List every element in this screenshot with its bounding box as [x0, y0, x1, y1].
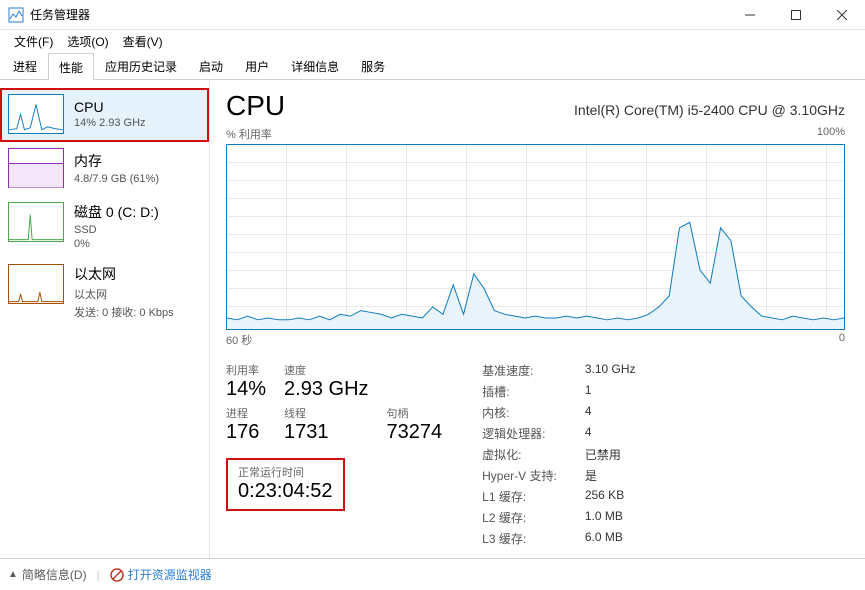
close-button[interactable] [819, 0, 865, 30]
menubar: 文件(F) 选项(O) 查看(V) [0, 30, 865, 52]
disk-info: 磁盘 0 (C: D:) SSD 0% [74, 202, 201, 250]
page-title: CPU [226, 90, 285, 122]
window-title: 任务管理器 [30, 6, 727, 23]
virt-label: 虚拟化: [482, 446, 557, 463]
speed-stat-label: 速度 [284, 362, 368, 378]
cpu-info: CPU 14% 2.93 GHz [74, 94, 201, 134]
base-val: 3.10 GHz [585, 362, 636, 379]
sidebar-cpu-title: CPU [74, 99, 201, 115]
tab-history[interactable]: 应用历史记录 [94, 52, 188, 79]
x-left: 60 秒 [226, 332, 252, 348]
brief-info-link[interactable]: ▲ 简略信息(D) [8, 566, 87, 583]
util-label: % 利用率 [226, 126, 272, 142]
stats-left-column: 利用率14% 速度2.93 GHz 进程176 线程1731 句柄73274 正… [226, 362, 442, 547]
sidebar-memory-title: 内存 [74, 151, 201, 171]
cpu-model: Intel(R) Core(TM) i5-2400 CPU @ 3.10GHz [574, 102, 845, 118]
tab-startup[interactable]: 启动 [188, 52, 234, 79]
content-area: CPU 14% 2.93 GHz 内存 4.8/7.9 GB (61%) 磁盘 … [0, 80, 865, 558]
socket-val: 1 [585, 383, 636, 400]
titlebar: 任务管理器 [0, 0, 865, 30]
core-label: 内核: [482, 404, 557, 421]
base-label: 基准速度: [482, 362, 557, 379]
sidebar-disk-sub1: SSD [74, 224, 201, 236]
proc-stat-val: 176 [226, 421, 266, 444]
tab-performance[interactable]: 性能 [48, 53, 94, 80]
lp-label: 逻辑处理器: [482, 425, 557, 442]
virt-val: 已禁用 [585, 446, 636, 463]
sidebar-item-cpu[interactable]: CPU 14% 2.93 GHz [0, 88, 209, 142]
resmon-label: 打开资源监视器 [128, 566, 212, 583]
memory-thumb [8, 148, 64, 188]
brief-info-label: 简略信息(D) [22, 566, 87, 583]
cpu-chart[interactable] [226, 144, 845, 330]
window-controls [727, 0, 865, 30]
l2-val: 1.0 MB [585, 509, 636, 526]
x-right: 0 [839, 332, 845, 348]
footer-separator: | [97, 568, 100, 582]
speed-stat-val: 2.93 GHz [284, 378, 368, 401]
maximize-button[interactable] [773, 0, 819, 30]
tabbar: 进程 性能 应用历史记录 启动 用户 详细信息 服务 [0, 52, 865, 80]
ethernet-info: 以太网 以太网 发送: 0 接收: 0 Kbps [74, 264, 201, 320]
disk-thumb [8, 202, 64, 242]
l1-label: L1 缓存: [482, 488, 557, 505]
core-val: 4 [585, 404, 636, 421]
menu-view[interactable]: 查看(V) [117, 31, 169, 52]
tab-services[interactable]: 服务 [350, 52, 396, 79]
memory-info: 内存 4.8/7.9 GB (61%) [74, 148, 201, 188]
l3-val: 6.0 MB [585, 530, 636, 547]
stats-right-column: 基准速度:3.10 GHz 插槽:1 内核:4 逻辑处理器:4 虚拟化:已禁用 … [482, 362, 635, 547]
lp-val: 4 [585, 425, 636, 442]
socket-label: 插槽: [482, 383, 557, 400]
uptime-val: 0:23:04:52 [238, 480, 333, 503]
tab-details[interactable]: 详细信息 [280, 52, 350, 79]
main-panel: CPU Intel(R) Core(TM) i5-2400 CPU @ 3.10… [210, 80, 865, 558]
open-resmon-link[interactable]: 打开资源监视器 [110, 566, 212, 583]
chevron-up-icon: ▲ [8, 569, 18, 580]
hv-val: 是 [585, 467, 636, 484]
uptime-label: 正常运行时间 [238, 464, 333, 480]
sidebar-memory-sub: 4.8/7.9 GB (61%) [74, 173, 201, 185]
sidebar-item-memory[interactable]: 内存 4.8/7.9 GB (61%) [0, 142, 209, 196]
sidebar-item-ethernet[interactable]: 以太网 以太网 发送: 0 接收: 0 Kbps [0, 258, 209, 328]
chart-top-labels: % 利用率 100% [226, 126, 845, 142]
proc-stat-label: 进程 [226, 405, 266, 421]
menu-file[interactable]: 文件(F) [8, 31, 59, 52]
sidebar-eth-sub1: 以太网 [74, 286, 201, 302]
util-max: 100% [817, 126, 845, 142]
footer: ▲ 简略信息(D) | 打开资源监视器 [0, 558, 865, 590]
tab-processes[interactable]: 进程 [2, 52, 48, 79]
resmon-icon [110, 568, 124, 582]
thread-stat-val: 1731 [284, 421, 368, 444]
stats-area: 利用率14% 速度2.93 GHz 进程176 线程1731 句柄73274 正… [226, 362, 845, 547]
cpu-thumb [8, 94, 64, 134]
handle-stat-label: 句柄 [387, 405, 443, 421]
sidebar-eth-title: 以太网 [74, 264, 201, 284]
thread-stat-label: 线程 [284, 405, 368, 421]
util-stat-label: 利用率 [226, 362, 266, 378]
l2-label: L2 缓存: [482, 509, 557, 526]
minimize-button[interactable] [727, 0, 773, 30]
menu-options[interactable]: 选项(O) [61, 31, 114, 52]
tab-users[interactable]: 用户 [234, 52, 280, 79]
sidebar-disk-title: 磁盘 0 (C: D:) [74, 202, 201, 222]
sidebar-disk-sub2: 0% [74, 238, 201, 250]
sidebar: CPU 14% 2.93 GHz 内存 4.8/7.9 GB (61%) 磁盘 … [0, 80, 210, 558]
main-header: CPU Intel(R) Core(TM) i5-2400 CPU @ 3.10… [226, 90, 845, 122]
ethernet-thumb [8, 264, 64, 304]
uptime-box: 正常运行时间 0:23:04:52 [226, 458, 345, 511]
chart-svg [227, 145, 844, 329]
util-stat-val: 14% [226, 378, 266, 401]
l3-label: L3 缓存: [482, 530, 557, 547]
chart-bottom-labels: 60 秒 0 [226, 332, 845, 348]
hv-label: Hyper-V 支持: [482, 467, 557, 484]
handle-stat-val: 73274 [387, 421, 443, 444]
sidebar-item-disk[interactable]: 磁盘 0 (C: D:) SSD 0% [0, 196, 209, 258]
app-icon [8, 7, 24, 23]
sidebar-eth-sub2: 发送: 0 接收: 0 Kbps [74, 304, 201, 320]
l1-val: 256 KB [585, 488, 636, 505]
sidebar-cpu-sub: 14% 2.93 GHz [74, 117, 201, 129]
